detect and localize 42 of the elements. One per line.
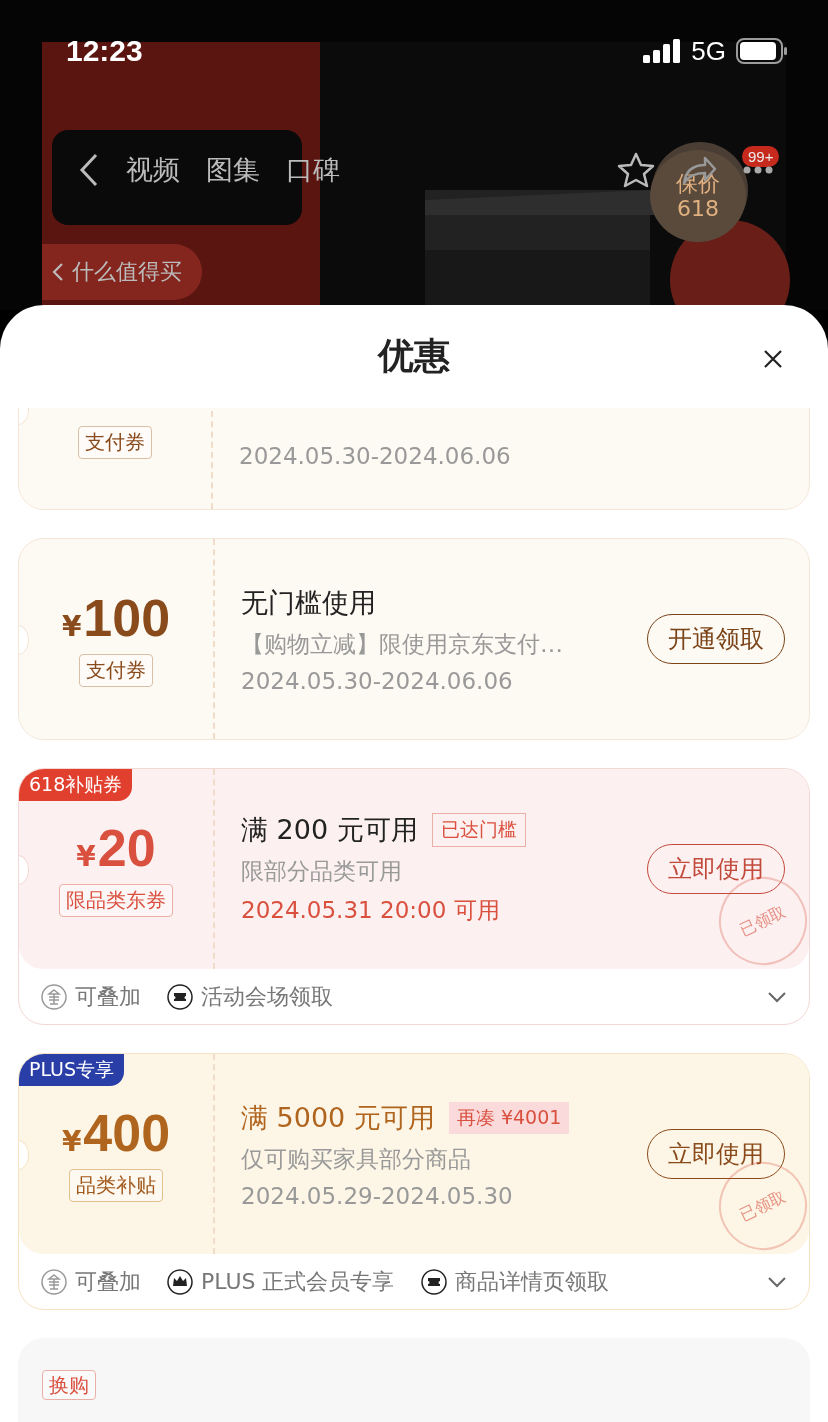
coupon-feature: 可叠加: [75, 982, 141, 1011]
coupon-date: 2024.05.31 20:00 可用: [241, 896, 501, 925]
sheet-title: 优惠: [378, 334, 450, 378]
coupon-badge: 618补贴券: [19, 769, 133, 801]
coupon-title: 无门槛使用: [241, 585, 376, 620]
currency-sign: ¥: [61, 1124, 82, 1158]
coupon-description: 仅可购买家具部分商品: [241, 1144, 472, 1174]
coupon-feature: 可叠加: [75, 1267, 141, 1296]
nav-tab[interactable]: 口碑: [286, 152, 340, 188]
threshold-tag: 再凑 ¥4001: [448, 1101, 570, 1134]
coupon-type-tag: 品类补贴: [69, 1168, 163, 1202]
coupon-amount: 100: [83, 591, 171, 644]
return-label: 什么值得买: [72, 258, 182, 286]
coupon-badge: PLUS专享: [19, 1054, 125, 1086]
coupon-title: 满 200 元可用: [241, 813, 418, 847]
nav-tab[interactable]: 图集: [206, 152, 260, 188]
coupon-button[interactable]: 开通领取: [647, 614, 785, 664]
nav-tab[interactable]: 视频: [126, 152, 180, 188]
trade-in-tag: 换购: [42, 1370, 96, 1400]
coupon-feature: 活动会场领取: [201, 982, 333, 1011]
coupon-description: 【购物立减】限使用京东支付…: [241, 629, 564, 659]
coupon-description: 限部分品类可用: [241, 857, 403, 886]
coupon-date: 2024.05.30-2024.06.06: [239, 443, 512, 469]
coupon-date: 2024.05.30-2024.06.06: [241, 667, 514, 694]
coupon-amount: 400: [83, 1106, 171, 1159]
currency-sign: ¥: [61, 609, 82, 643]
coupon-button[interactable]: 立即使用: [647, 844, 785, 894]
threshold-tag: 已达门槛: [431, 813, 526, 847]
coupon-type-tag: 支付券: [78, 426, 152, 459]
network-label: 5G: [691, 35, 726, 67]
return-link[interactable]: 什么值得买: [42, 244, 202, 300]
badge-text: 618: [677, 196, 719, 222]
coupon-feature: PLUS 正式会员专享: [201, 1267, 395, 1296]
currency-sign: ¥: [76, 839, 96, 873]
coupon-button[interactable]: 立即使用: [647, 1129, 785, 1179]
coupon-type-tag: 限品类东券: [59, 883, 173, 917]
coupon-amount: 20: [97, 821, 156, 874]
coupon-feature: 商品详情页领取: [454, 1267, 609, 1296]
clock-time: 12:23: [66, 34, 143, 68]
coupon-type-tag: 支付券: [79, 653, 153, 687]
coupon-date: 2024.05.29-2024.05.30: [241, 1182, 514, 1209]
coupon-title: 满 5000 元可用: [241, 1100, 435, 1135]
